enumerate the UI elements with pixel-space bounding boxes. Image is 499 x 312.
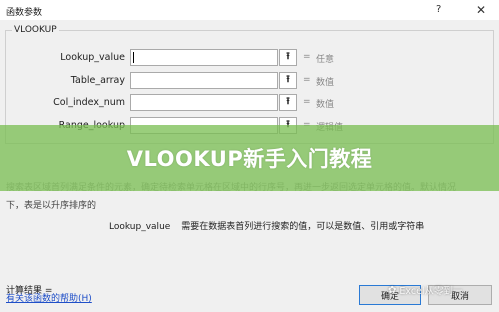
arg-type-hint: 数值 <box>316 78 335 88</box>
collapse-ref-button[interactable]: ⭱ <box>279 49 297 66</box>
function-name: VLOOKUP <box>12 25 59 35</box>
col-index-num-input[interactable] <box>130 94 278 111</box>
equals-sign: = <box>303 75 311 85</box>
equals-sign: = <box>303 97 311 107</box>
close-icon[interactable]: ✕ <box>476 3 486 17</box>
arg-row-table-array: Table_array ⭱ = 数值 <box>6 72 495 90</box>
arg-type-hint: 数值 <box>316 100 335 110</box>
text-cursor <box>133 52 134 63</box>
help-icon[interactable]: ? <box>436 4 441 15</box>
watermark-text: Excel从零到一 <box>399 286 463 297</box>
function-description-continued: 下，表是以升序排序的 <box>6 201 97 211</box>
argument-description: Lookup_value 需要在数据表首列进行搜索的值，可以是数值、引用或字符串 <box>109 219 424 232</box>
argument-description-text: 需要在数据表首列进行搜索的值，可以是数值、引用或字符串 <box>181 222 425 232</box>
watermark: ✿ Excel从零到一 <box>388 283 463 298</box>
title-bar: 函数参数 ? ✕ <box>0 0 499 20</box>
arg-row-col-index-num: Col_index_num ⭱ = 数值 <box>6 94 495 112</box>
arg-row-lookup-value: Lookup_value ⭱ = 任意 <box>6 49 495 67</box>
arg-label: Lookup_value <box>60 52 125 63</box>
lookup-value-input[interactable] <box>130 49 278 66</box>
tutorial-banner-overlay: VLOOKUP新手入门教程 <box>0 125 499 191</box>
banner-title: VLOOKUP新手入门教程 <box>126 147 373 171</box>
function-help-link[interactable]: 有关该函数的帮助(H) <box>6 291 92 304</box>
equals-sign: = <box>303 52 311 62</box>
arg-type-hint: 任意 <box>316 55 335 65</box>
arg-label: Col_index_num <box>53 97 125 108</box>
arg-label: Table_array <box>70 75 125 86</box>
argument-description-name: Lookup_value <box>109 222 171 232</box>
collapse-ref-button[interactable]: ⭱ <box>279 94 297 111</box>
window-title: 函数参数 <box>6 8 43 18</box>
table-array-input[interactable] <box>130 72 278 89</box>
wechat-icon: ✿ <box>388 284 397 296</box>
collapse-ref-button[interactable]: ⭱ <box>279 72 297 89</box>
